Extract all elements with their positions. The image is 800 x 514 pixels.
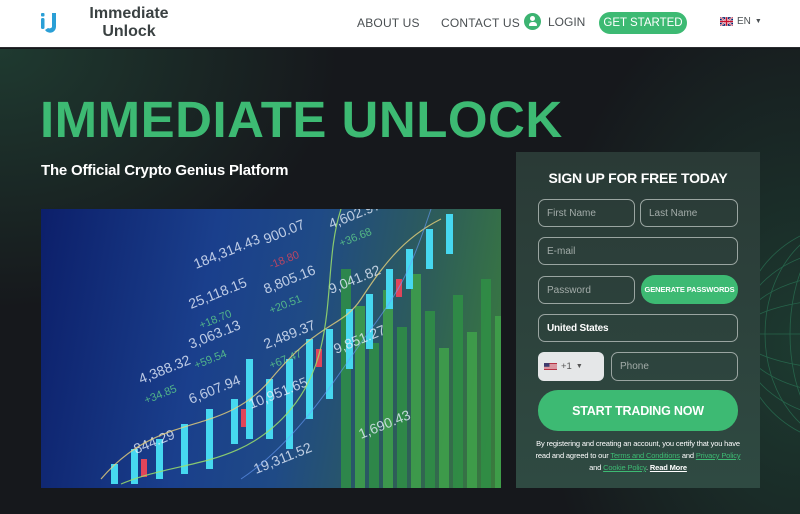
start-trading-button[interactable]: START TRADING NOW [538,390,738,431]
cookie-policy-link[interactable]: Cookie Policy [603,463,646,472]
uk-flag-icon [720,17,733,26]
chevron-down-icon: ▼ [575,363,583,370]
legal-disclaimer: By registering and creating an account, … [534,438,742,474]
hero-title: IMMEDIATE UNLOCK [40,91,563,148]
site-header: Immediate Unlock ABOUT US CONTACT US LOG… [0,0,800,48]
ticker-number: +36.68 [338,226,374,250]
candlestick [231,399,238,444]
ticker-board-graphic: 184,314.43 900.07-18.804,602.97+36.6825,1… [100,209,501,488]
ticker-number: 844.29 [131,426,177,457]
ticker-number: 10,951.65 [246,374,310,412]
phone-code-value: +1 [561,361,572,372]
candlestick [286,359,293,449]
nav-contact-us[interactable]: CONTACT US [441,16,520,30]
candlestick [406,249,413,289]
ticker-number: 25,118.15 [186,274,249,312]
volume-bar [369,343,379,488]
volume-bar [411,274,421,488]
signup-title: SIGN UP FOR FREE TODAY [548,170,728,186]
read-more-link[interactable]: Read More [650,463,687,472]
get-started-button[interactable]: GET STARTED [599,12,687,34]
language-code: EN [737,16,751,27]
volume-bar [495,316,501,488]
login-label: LOGIN [548,14,586,29]
volume-bar [341,269,351,488]
ticker-number: 900.07 [261,216,307,247]
ticker-number: 184,314.43 [191,231,262,272]
candlestick [446,214,453,254]
volume-bar [467,332,477,488]
volume-bar [439,348,449,488]
candlestick [426,229,433,269]
volume-bar [425,311,435,488]
hero-section: IMMEDIATE UNLOCK The Official Crypto Gen… [0,49,800,514]
country-value: United States [547,322,609,334]
candlestick-down [141,459,147,477]
generate-passwords-button[interactable]: GENERATE PASSWORDS [641,275,738,304]
volume-bar [481,279,491,488]
us-flag-icon [544,363,557,370]
privacy-policy-link[interactable]: Privacy Policy [696,451,741,460]
legal-text: and [589,463,604,472]
brand-line-1: Immediate [89,5,169,22]
nav-about-us[interactable]: ABOUT US [357,16,420,30]
country-select[interactable]: United States [538,314,738,342]
user-icon [524,13,541,30]
chevron-down-icon: ▼ [754,18,762,25]
login-link[interactable]: LOGIN [524,13,585,30]
last-name-input[interactable] [640,199,738,227]
ticker-number: 4,388.32 [136,351,193,386]
language-selector[interactable]: EN ▼ [720,16,762,27]
email-input[interactable] [538,237,738,265]
candlestick [326,329,333,399]
ticker-number: +67.47 [268,348,304,372]
password-input[interactable] [538,276,635,304]
ij-logo-icon[interactable] [40,12,60,34]
volume-bar [383,290,393,488]
phone-code-select[interactable]: +1 ▼ [538,352,604,381]
ticker-number: +59.54 [193,348,229,372]
phone-input[interactable] [611,352,738,381]
hero-subtitle: The Official Crypto Genius Platform [41,162,289,179]
legal-text: and [679,451,696,460]
trading-chart-image: 184,314.43 900.07 -18.80 4,602.97 +36.68 25,1… [41,209,501,488]
volume-bar [453,295,463,488]
signup-form: SIGN UP FOR FREE TODAY GENERATE PASSWORD… [516,152,760,488]
terms-link[interactable]: Terms and Conditions [610,451,680,460]
first-name-input[interactable] [538,199,635,227]
ticker-number: 4,602.97 [326,209,383,232]
brand-line-2: Unlock [102,23,156,40]
ticker-number: +20.51 [268,293,304,317]
ticker-number: +34.85 [143,383,179,407]
candlestick-down [316,349,322,367]
brand-name[interactable]: Immediate Unlock [88,5,170,41]
